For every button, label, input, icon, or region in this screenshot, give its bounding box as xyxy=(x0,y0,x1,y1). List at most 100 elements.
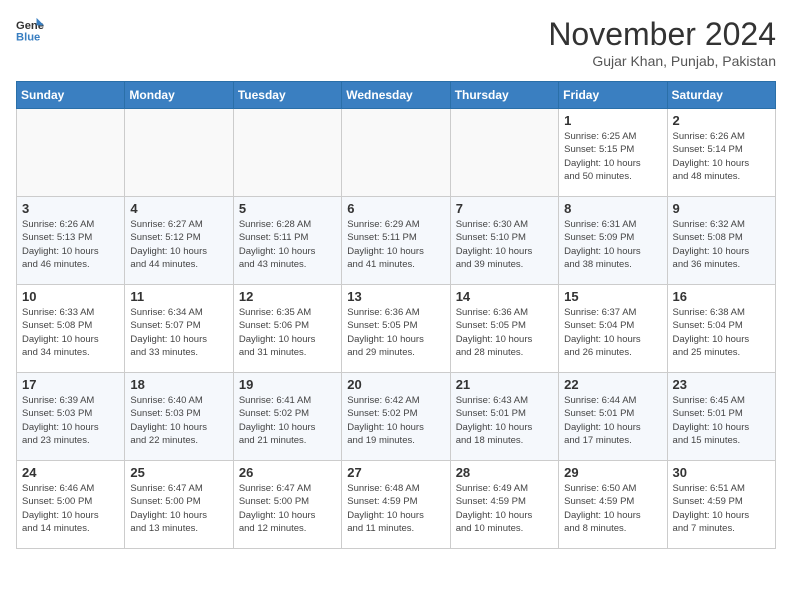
day-info: Sunrise: 6:47 AM Sunset: 5:00 PM Dayligh… xyxy=(130,482,227,535)
calendar-cell xyxy=(17,109,125,197)
calendar-cell: 9 Sunrise: 6:32 AM Sunset: 5:08 PM Daylig… xyxy=(667,197,775,285)
weekday-header-sunday: Sunday xyxy=(17,82,125,109)
calendar-cell: 24 Sunrise: 6:46 AM Sunset: 5:00 PM Dayli… xyxy=(17,461,125,549)
calendar-cell: 5 Sunrise: 6:28 AM Sunset: 5:11 PM Daylig… xyxy=(233,197,341,285)
day-info: Sunrise: 6:34 AM Sunset: 5:07 PM Dayligh… xyxy=(130,306,227,359)
calendar-cell xyxy=(233,109,341,197)
day-info: Sunrise: 6:44 AM Sunset: 5:01 PM Dayligh… xyxy=(564,394,661,447)
weekday-header-thursday: Thursday xyxy=(450,82,558,109)
day-info: Sunrise: 6:32 AM Sunset: 5:08 PM Dayligh… xyxy=(673,218,770,271)
day-number: 19 xyxy=(239,377,336,392)
calendar-cell: 21Sunrise: 6:43 AM Sunset: 5:01 PM Dayli… xyxy=(450,373,558,461)
day-info: Sunrise: 6:36 AM Sunset: 5:05 PM Dayligh… xyxy=(347,306,444,359)
calendar-cell: 10Sunrise: 6:33 AM Sunset: 5:08 PM Dayli… xyxy=(17,285,125,373)
day-info: Sunrise: 6:36 AM Sunset: 5:05 PM Dayligh… xyxy=(456,306,553,359)
calendar-cell: 22 Sunrise: 6:44 AM Sunset: 5:01 PM Dayli… xyxy=(559,373,667,461)
day-info: Sunrise: 6:47 AM Sunset: 5:00 PM Dayligh… xyxy=(239,482,336,535)
calendar-cell xyxy=(125,109,233,197)
day-number: 4 xyxy=(130,201,227,216)
calendar-cell xyxy=(342,109,450,197)
day-number: 20 xyxy=(347,377,444,392)
day-number: 15 xyxy=(564,289,661,304)
day-number: 9 xyxy=(673,201,770,216)
calendar-cell: 3 Sunrise: 6:26 AM Sunset: 5:13 PM Daylig… xyxy=(17,197,125,285)
calendar-cell: 18Sunrise: 6:40 AM Sunset: 5:03 PM Dayli… xyxy=(125,373,233,461)
day-number: 27 xyxy=(347,465,444,480)
calendar-cell: 12Sunrise: 6:35 AM Sunset: 5:06 PM Dayli… xyxy=(233,285,341,373)
day-info: Sunrise: 6:37 AM Sunset: 5:04 PM Dayligh… xyxy=(564,306,661,359)
calendar-cell: 28 Sunrise: 6:49 AM Sunset: 4:59 PM Dayli… xyxy=(450,461,558,549)
weekday-header-saturday: Saturday xyxy=(667,82,775,109)
calendar-cell: 29 Sunrise: 6:50 AM Sunset: 4:59 PM Dayli… xyxy=(559,461,667,549)
day-info: Sunrise: 6:42 AM Sunset: 5:02 PM Dayligh… xyxy=(347,394,444,447)
day-number: 30 xyxy=(673,465,770,480)
weekday-header-row: SundayMondayTuesdayWednesdayThursdayFrid… xyxy=(17,82,776,109)
calendar-cell: 19 Sunrise: 6:41 AM Sunset: 5:02 PM Dayli… xyxy=(233,373,341,461)
day-info: Sunrise: 6:33 AM Sunset: 5:08 PM Dayligh… xyxy=(22,306,119,359)
calendar-cell: 11 Sunrise: 6:34 AM Sunset: 5:07 PM Dayli… xyxy=(125,285,233,373)
day-info: Sunrise: 6:38 AM Sunset: 5:04 PM Dayligh… xyxy=(673,306,770,359)
day-info: Sunrise: 6:46 AM Sunset: 5:00 PM Dayligh… xyxy=(22,482,119,535)
week-row-1: 1Sunrise: 6:25 AM Sunset: 5:15 PM Daylig… xyxy=(17,109,776,197)
calendar-cell: 25 Sunrise: 6:47 AM Sunset: 5:00 PM Dayli… xyxy=(125,461,233,549)
calendar-cell: 13 Sunrise: 6:36 AM Sunset: 5:05 PM Dayli… xyxy=(342,285,450,373)
calendar-cell: 15 Sunrise: 6:37 AM Sunset: 5:04 PM Dayli… xyxy=(559,285,667,373)
day-number: 13 xyxy=(347,289,444,304)
day-info: Sunrise: 6:50 AM Sunset: 4:59 PM Dayligh… xyxy=(564,482,661,535)
week-row-5: 24 Sunrise: 6:46 AM Sunset: 5:00 PM Dayli… xyxy=(17,461,776,549)
calendar-cell: 8 Sunrise: 6:31 AM Sunset: 5:09 PM Daylig… xyxy=(559,197,667,285)
day-number: 3 xyxy=(22,201,119,216)
day-number: 18 xyxy=(130,377,227,392)
day-info: Sunrise: 6:28 AM Sunset: 5:11 PM Dayligh… xyxy=(239,218,336,271)
calendar-cell: 16 Sunrise: 6:38 AM Sunset: 5:04 PM Dayli… xyxy=(667,285,775,373)
day-info: Sunrise: 6:41 AM Sunset: 5:02 PM Dayligh… xyxy=(239,394,336,447)
day-info: Sunrise: 6:26 AM Sunset: 5:13 PM Dayligh… xyxy=(22,218,119,271)
day-number: 23 xyxy=(673,377,770,392)
day-info: Sunrise: 6:48 AM Sunset: 4:59 PM Dayligh… xyxy=(347,482,444,535)
day-info: Sunrise: 6:31 AM Sunset: 5:09 PM Dayligh… xyxy=(564,218,661,271)
location: Gujar Khan, Punjab, Pakistan xyxy=(548,53,776,69)
calendar-cell: 6Sunrise: 6:29 AM Sunset: 5:11 PM Daylig… xyxy=(342,197,450,285)
calendar-cell: 26 Sunrise: 6:47 AM Sunset: 5:00 PM Dayli… xyxy=(233,461,341,549)
calendar-cell: 23Sunrise: 6:45 AM Sunset: 5:01 PM Dayli… xyxy=(667,373,775,461)
day-number: 7 xyxy=(456,201,553,216)
calendar-cell: 14 Sunrise: 6:36 AM Sunset: 5:05 PM Dayli… xyxy=(450,285,558,373)
day-number: 28 xyxy=(456,465,553,480)
week-row-4: 17 Sunrise: 6:39 AM Sunset: 5:03 PM Dayli… xyxy=(17,373,776,461)
calendar-cell: 7Sunrise: 6:30 AM Sunset: 5:10 PM Daylig… xyxy=(450,197,558,285)
day-number: 17 xyxy=(22,377,119,392)
month-title: November 2024 xyxy=(548,16,776,53)
calendar-table: SundayMondayTuesdayWednesdayThursdayFrid… xyxy=(16,81,776,549)
weekday-header-tuesday: Tuesday xyxy=(233,82,341,109)
day-number: 26 xyxy=(239,465,336,480)
day-number: 14 xyxy=(456,289,553,304)
day-number: 11 xyxy=(130,289,227,304)
calendar-cell: 4 Sunrise: 6:27 AM Sunset: 5:12 PM Daylig… xyxy=(125,197,233,285)
calendar-cell: 1Sunrise: 6:25 AM Sunset: 5:15 PM Daylig… xyxy=(559,109,667,197)
calendar-cell: 2 Sunrise: 6:26 AM Sunset: 5:14 PM Daylig… xyxy=(667,109,775,197)
day-number: 2 xyxy=(673,113,770,128)
day-number: 5 xyxy=(239,201,336,216)
day-info: Sunrise: 6:35 AM Sunset: 5:06 PM Dayligh… xyxy=(239,306,336,359)
day-info: Sunrise: 6:27 AM Sunset: 5:12 PM Dayligh… xyxy=(130,218,227,271)
day-info: Sunrise: 6:49 AM Sunset: 4:59 PM Dayligh… xyxy=(456,482,553,535)
day-info: Sunrise: 6:25 AM Sunset: 5:15 PM Dayligh… xyxy=(564,130,661,183)
logo: General Blue xyxy=(16,16,44,44)
day-info: Sunrise: 6:26 AM Sunset: 5:14 PM Dayligh… xyxy=(673,130,770,183)
day-number: 24 xyxy=(22,465,119,480)
day-number: 22 xyxy=(564,377,661,392)
page-header: General Blue November 2024 Gujar Khan, P… xyxy=(16,16,776,69)
day-number: 16 xyxy=(673,289,770,304)
calendar-cell: 27 Sunrise: 6:48 AM Sunset: 4:59 PM Dayli… xyxy=(342,461,450,549)
week-row-3: 10Sunrise: 6:33 AM Sunset: 5:08 PM Dayli… xyxy=(17,285,776,373)
day-info: Sunrise: 6:39 AM Sunset: 5:03 PM Dayligh… xyxy=(22,394,119,447)
logo-icon: General Blue xyxy=(16,16,44,44)
week-row-2: 3 Sunrise: 6:26 AM Sunset: 5:13 PM Daylig… xyxy=(17,197,776,285)
day-number: 25 xyxy=(130,465,227,480)
day-number: 8 xyxy=(564,201,661,216)
day-number: 29 xyxy=(564,465,661,480)
day-info: Sunrise: 6:43 AM Sunset: 5:01 PM Dayligh… xyxy=(456,394,553,447)
calendar-cell xyxy=(450,109,558,197)
calendar-cell: 17 Sunrise: 6:39 AM Sunset: 5:03 PM Dayli… xyxy=(17,373,125,461)
day-info: Sunrise: 6:51 AM Sunset: 4:59 PM Dayligh… xyxy=(673,482,770,535)
